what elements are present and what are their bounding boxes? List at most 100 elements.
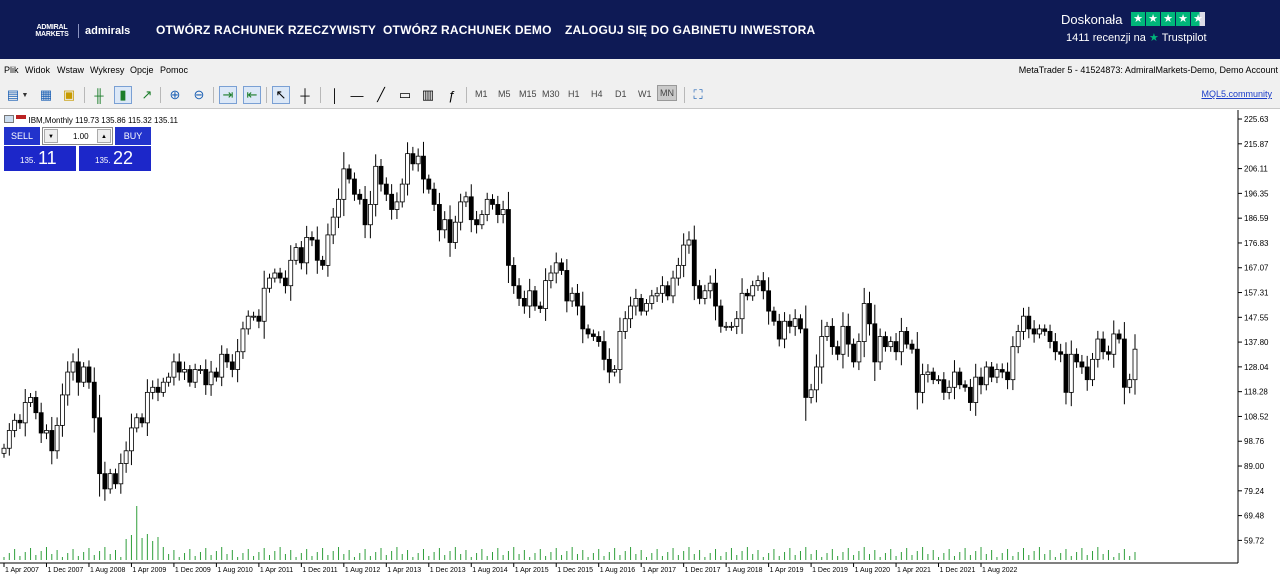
open-demo-account-link[interactable]: OTWÓRZ RACHUNEK DEMO <box>383 23 552 37</box>
price-tick-label: 98.76 <box>1244 437 1265 446</box>
sell-button[interactable]: SELL <box>4 127 40 145</box>
candle-body <box>447 219 453 243</box>
time-tick-label: 1 Aug 2012 <box>345 567 381 574</box>
buy-price[interactable]: 135. 22 <box>79 146 151 171</box>
trendline-icon[interactable]: ╱ <box>372 86 390 104</box>
candle-body <box>1058 351 1064 355</box>
timeframe-w1[interactable]: W1 <box>638 89 652 99</box>
line-chart-icon[interactable]: ↗ <box>138 86 156 104</box>
candle-body <box>1111 333 1117 355</box>
candle-body <box>1100 338 1106 353</box>
menu-help[interactable]: Pomoc <box>160 65 188 75</box>
candle-body <box>44 430 49 434</box>
candle-body <box>12 419 18 431</box>
zoom-out-icon[interactable]: ⊖ <box>190 86 208 104</box>
candle-body <box>367 204 373 226</box>
time-tick-label: 1 Dec 2021 <box>940 567 976 574</box>
candle-body <box>596 336 602 342</box>
indicators-icon[interactable]: ƒ <box>443 86 461 104</box>
vertical-line-icon[interactable]: │ <box>326 86 344 104</box>
candle-body <box>6 430 12 449</box>
menu-file[interactable]: Plik <box>4 65 19 75</box>
market-watch-icon[interactable]: ▣ <box>60 86 78 104</box>
menu-charts[interactable]: Wykresy <box>90 65 124 75</box>
timeframe-mn[interactable]: MN <box>657 85 677 101</box>
candlestick-chart: 225.63 215.87 206.11 196.35 186.59 176.83 167.… <box>0 110 1269 574</box>
candle-body <box>150 386 156 393</box>
bar-chart-icon[interactable]: ╫ <box>90 86 108 104</box>
buy-button[interactable]: BUY <box>115 127 151 145</box>
auto-scroll-icon[interactable]: ⇥ <box>219 86 237 104</box>
lot-decrease-icon[interactable]: ▼ <box>44 129 58 143</box>
candle-body <box>729 325 734 328</box>
menu-view[interactable]: Widok <box>25 65 50 75</box>
candle-body <box>930 371 936 381</box>
timeframe-m5[interactable]: M5 <box>498 89 511 99</box>
lot-increase-icon[interactable]: ▲ <box>97 129 111 143</box>
price-tick-label: 176.83 <box>1244 239 1269 248</box>
candle-body <box>681 244 687 266</box>
horizontal-line-icon[interactable]: — <box>348 86 366 104</box>
crosshair-icon[interactable]: ┼ <box>296 86 314 104</box>
sell-price-pips: 11 <box>38 148 57 168</box>
chart-shift-icon[interactable]: ⇤ <box>243 86 261 104</box>
open-real-account-link[interactable]: OTWÓRZ RACHUNEK RZECZYWISTY <box>156 23 376 37</box>
sell-price[interactable]: 135. 11 <box>4 146 76 171</box>
lot-size-field[interactable]: ▼ 1.00 ▲ <box>42 127 113 145</box>
star-icon: ★ <box>1161 12 1175 26</box>
candle-body <box>564 270 570 302</box>
time-tick-label: 1 Dec 2019 <box>812 567 848 574</box>
candle-body <box>410 153 416 165</box>
candlestick-chart-icon[interactable]: ▮ <box>114 86 132 104</box>
candle-body <box>527 290 533 307</box>
profiles-icon[interactable]: ▦ <box>37 86 55 104</box>
candle-body <box>336 198 341 218</box>
timeframe-m15[interactable]: M15 <box>519 89 537 99</box>
text-label-icon[interactable]: ▭ <box>396 86 414 104</box>
candle-body <box>628 305 633 320</box>
candle-body <box>569 292 575 302</box>
candle-body <box>856 341 862 363</box>
candle-body <box>1068 353 1074 393</box>
trustpilot-reviews[interactable]: 1411 recenzji na ★ Trustpilot <box>1066 31 1207 44</box>
candle-body <box>97 417 102 475</box>
candle-body <box>160 381 166 393</box>
candle-body <box>904 331 910 345</box>
fullscreen-icon[interactable]: ⛶ <box>689 86 707 104</box>
investor-login-link[interactable]: ZALOGUJ SIĘ DO GABINETU INWESTORA <box>565 23 815 37</box>
candle-body <box>612 369 618 373</box>
candle-body <box>1095 338 1101 360</box>
account-info: MetaTrader 5 - 41524873: AdmiralMarkets-… <box>1018 65 1278 75</box>
chart-window-icon <box>4 115 14 123</box>
candle-body <box>1116 333 1122 340</box>
lot-value[interactable]: 1.00 <box>73 132 89 141</box>
candle-body <box>134 417 140 429</box>
cursor-icon[interactable]: ↖ <box>272 86 290 104</box>
top-banner: ADMIRAL MARKETS admirals OTWÓRZ RACHUNEK… <box>0 0 1280 59</box>
price-tick-label: 108.52 <box>1244 412 1269 421</box>
candle-body <box>994 369 1000 378</box>
timeframe-d1[interactable]: D1 <box>615 89 627 99</box>
candle-body <box>941 379 947 393</box>
zoom-in-icon[interactable]: ⊕ <box>166 86 184 104</box>
candle-body <box>851 343 856 363</box>
candle-body <box>973 376 979 403</box>
fibonacci-icon[interactable]: ▥ <box>419 86 437 104</box>
chevron-down-icon[interactable]: ▼ <box>20 86 30 104</box>
timeframe-m30[interactable]: M30 <box>542 89 560 99</box>
admirals-logo[interactable]: ADMIRAL MARKETS admirals <box>32 24 130 38</box>
mql5-community-link[interactable]: MQL5.community <box>1201 89 1272 99</box>
toolbar-divider <box>160 87 161 103</box>
candle-body <box>240 328 246 353</box>
menu-options[interactable]: Opcje <box>130 65 154 75</box>
candle-body <box>893 341 899 353</box>
timeframe-h4[interactable]: H4 <box>591 89 603 99</box>
menu-insert[interactable]: Wstaw <box>57 65 84 75</box>
timeframe-h1[interactable]: H1 <box>568 89 580 99</box>
chart-area[interactable]: 225.63 215.87 206.11 196.35 186.59 176.83 167.… <box>0 110 1280 575</box>
candle-body <box>399 183 405 203</box>
timeframe-m1[interactable]: M1 <box>475 89 488 99</box>
candle-body <box>1015 331 1021 348</box>
candle-body <box>1052 341 1058 353</box>
candle-body <box>129 427 134 452</box>
